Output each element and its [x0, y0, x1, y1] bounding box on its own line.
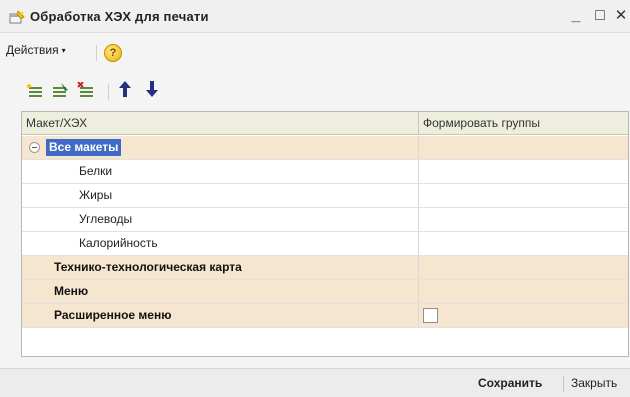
- window-title: Обработка ХЭХ для печати: [30, 9, 209, 24]
- table-row[interactable]: Углеводы: [22, 208, 628, 232]
- row-label: Меню: [54, 284, 89, 298]
- chevron-down-icon: ▾: [61, 46, 66, 55]
- row-label: Все макеты: [46, 139, 122, 156]
- table-row[interactable]: Все макеты: [22, 136, 628, 160]
- grid-toolbar: [0, 80, 630, 108]
- add-row-icon[interactable]: [26, 82, 44, 100]
- help-icon[interactable]: ?: [104, 44, 122, 62]
- table-row[interactable]: Меню: [22, 280, 628, 304]
- table-row[interactable]: Жиры: [22, 184, 628, 208]
- save-button[interactable]: Сохранить: [478, 376, 542, 390]
- form-groups-cell[interactable]: [419, 232, 628, 255]
- form-groups-cell[interactable]: [419, 208, 628, 231]
- dialog-window: Обработка ХЭХ для печати _ □ ✕ Действия ▾…: [0, 0, 630, 397]
- layouts-grid[interactable]: Макет/ХЭХ Формировать группы Все макеты …: [21, 111, 629, 357]
- form-groups-cell[interactable]: [419, 160, 628, 183]
- actions-menu[interactable]: Действия ▾: [6, 43, 66, 57]
- column-header-form-groups[interactable]: Формировать группы: [419, 112, 628, 135]
- row-label: Жиры: [79, 188, 113, 202]
- close-button[interactable]: Закрыть: [571, 376, 617, 390]
- maximize-icon[interactable]: □: [590, 6, 610, 26]
- table-row[interactable]: Белки: [22, 160, 628, 184]
- form-groups-cell[interactable]: [419, 136, 628, 159]
- row-label: Углеводы: [79, 212, 133, 226]
- actions-menu-label: Действия: [6, 43, 59, 57]
- add-subrow-icon[interactable]: [51, 82, 69, 100]
- table-row[interactable]: Расширенное меню: [22, 304, 628, 328]
- close-icon[interactable]: ✕: [611, 6, 630, 26]
- row-label: Калорийность: [79, 236, 158, 250]
- move-up-icon[interactable]: [118, 80, 132, 103]
- row-label: Технико-технологическая карта: [54, 260, 242, 274]
- delete-row-icon[interactable]: [77, 82, 95, 100]
- form-groups-cell[interactable]: [419, 280, 628, 303]
- move-down-icon[interactable]: [145, 80, 159, 103]
- table-row[interactable]: Калорийность: [22, 232, 628, 256]
- title-bar[interactable]: Обработка ХЭХ для печати _ □ ✕: [0, 0, 630, 33]
- form-groups-checkbox[interactable]: [423, 308, 438, 323]
- grid-header: Макет/ХЭХ Формировать группы: [22, 112, 628, 135]
- row-label: Белки: [79, 164, 113, 178]
- column-header-layout[interactable]: Макет/ХЭХ: [22, 112, 419, 135]
- form-groups-cell[interactable]: [419, 256, 628, 279]
- form-edit-icon: [9, 10, 25, 24]
- toolbar-separator: [108, 84, 109, 100]
- footer-separator: [563, 376, 564, 392]
- row-label: Расширенное меню: [54, 308, 172, 322]
- table-row[interactable]: Технико-технологическая карта: [22, 256, 628, 280]
- collapse-icon[interactable]: [29, 142, 40, 153]
- menu-separator: [96, 45, 97, 61]
- footer-bar: Сохранить Закрыть: [0, 368, 630, 397]
- minimize-icon[interactable]: _: [566, 6, 586, 26]
- menu-bar: Действия ▾ ?: [0, 34, 630, 69]
- form-groups-cell[interactable]: [419, 184, 628, 207]
